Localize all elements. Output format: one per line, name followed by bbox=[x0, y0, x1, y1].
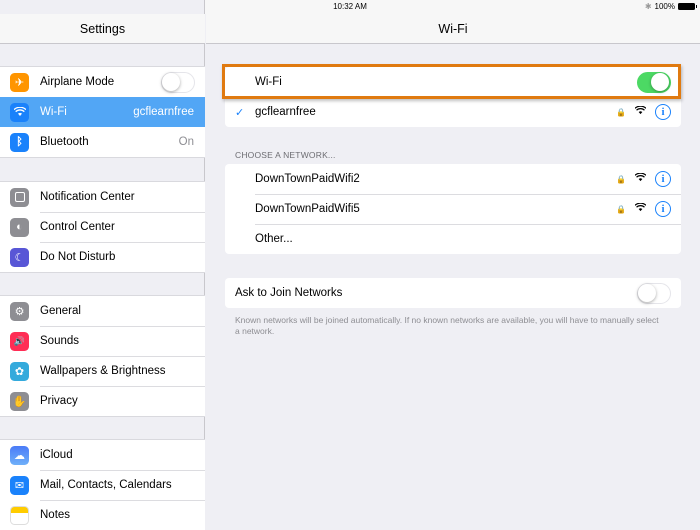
sidebar-group-general: ⚙ General 🔊 Sounds ✿ Wallpapers & Bright… bbox=[0, 295, 205, 417]
lock-icon: 🔒 bbox=[616, 204, 626, 214]
sidebar-item-label: Privacy bbox=[40, 395, 78, 407]
sidebar-item-bluetooth[interactable]: ᛒ Bluetooth On bbox=[0, 127, 205, 157]
lock-icon: 🔒 bbox=[616, 174, 626, 184]
network-row[interactable]: DownTownPaidWifi5 🔒 i bbox=[225, 194, 681, 224]
ask-join-row: Ask to Join Networks bbox=[225, 278, 681, 308]
sidebar-item-label: Sounds bbox=[40, 335, 80, 347]
moon-icon: ☾ bbox=[10, 247, 29, 267]
sidebar-item-label: General bbox=[40, 305, 81, 317]
sidebar-item-privacy[interactable]: ✋ Privacy bbox=[0, 386, 205, 416]
sidebar-navbar: Settings bbox=[0, 14, 205, 44]
ask-join-toggle[interactable] bbox=[637, 282, 671, 304]
sidebar-item-wallpapers-brightness[interactable]: ✿ Wallpapers & Brightness bbox=[0, 356, 205, 386]
hand-icon: ✋ bbox=[10, 391, 29, 411]
sidebar-item-sounds[interactable]: 🔊 Sounds bbox=[0, 326, 205, 356]
network-row[interactable]: DownTownPaidWifi2 🔒 i bbox=[225, 164, 681, 194]
wifi-strength-icon bbox=[634, 202, 647, 215]
bluetooth-icon: ᛒ bbox=[10, 132, 29, 152]
sidebar-group-accounts: ☁ iCloud ✉ Mail, Contacts, Calendars Not… bbox=[0, 439, 205, 530]
info-icon[interactable]: i bbox=[655, 201, 671, 217]
notification-center-icon bbox=[10, 187, 29, 207]
choose-network-header: CHOOSE A NETWORK... bbox=[235, 150, 336, 160]
sidebar-item-mail-contacts-calendars[interactable]: ✉ Mail, Contacts, Calendars bbox=[0, 470, 205, 500]
network-name: DownTownPaidWifi2 bbox=[255, 173, 360, 185]
sidebar-item-control-center[interactable]: ◐ Control Center bbox=[0, 212, 205, 242]
sidebar-title: Settings bbox=[79, 21, 126, 36]
sidebar-item-wifi[interactable]: Wi-Fi gcflearnfree bbox=[0, 97, 205, 127]
sidebar-item-label: Airplane Mode bbox=[40, 76, 115, 88]
ask-join-note: Known networks will be joined automatica… bbox=[235, 315, 659, 336]
wifi-strength-icon bbox=[634, 172, 647, 185]
bluetooth-value: On bbox=[178, 136, 194, 148]
info-icon[interactable]: i bbox=[655, 104, 671, 120]
sidebar-item-label: Wi-Fi bbox=[40, 106, 67, 118]
ask-join-label: Ask to Join Networks bbox=[235, 287, 343, 299]
wifi-strength-icon bbox=[634, 105, 647, 118]
sidebar-item-label: iCloud bbox=[40, 449, 73, 461]
wifi-detail-pane: Wi-Fi ✓ gcflearnfree 🔒 i CHOOSE A NETWOR… bbox=[206, 45, 700, 525]
sidebar-item-do-not-disturb[interactable]: ☾ Do Not Disturb bbox=[0, 242, 205, 272]
detail-navbar: Wi-Fi bbox=[206, 14, 700, 44]
airplane-icon: ✈ bbox=[10, 72, 29, 92]
sidebar-item-airplane-mode[interactable]: ✈ Airplane Mode bbox=[0, 67, 205, 97]
network-name: gcflearnfree bbox=[255, 106, 316, 118]
ask-join-card: Ask to Join Networks bbox=[225, 278, 681, 308]
other-label: Other... bbox=[255, 233, 293, 245]
sidebar-item-notes[interactable]: Notes bbox=[0, 500, 205, 530]
page-title: Wi-Fi bbox=[438, 21, 468, 36]
control-center-icon: ◐ bbox=[10, 217, 29, 237]
network-name: DownTownPaidWifi5 bbox=[255, 203, 360, 215]
sidebar-item-label: Mail, Contacts, Calendars bbox=[40, 479, 172, 491]
sidebar-item-label: Wallpapers & Brightness bbox=[40, 365, 166, 377]
wallpaper-icon: ✿ bbox=[10, 361, 29, 381]
gear-icon: ⚙ bbox=[10, 301, 29, 321]
cloud-icon: ☁ bbox=[10, 445, 29, 465]
lock-icon: 🔒 bbox=[616, 107, 626, 117]
sidebar-group-connectivity: ✈ Airplane Mode Wi-Fi gcflearnfree ᛒ Blu… bbox=[0, 66, 205, 158]
checkmark-icon: ✓ bbox=[235, 106, 245, 119]
sidebar-item-label: Control Center bbox=[40, 221, 115, 233]
info-icon[interactable]: i bbox=[655, 171, 671, 187]
sidebar-group-notifications: Notification Center ◐ Control Center ☾ D… bbox=[0, 181, 205, 273]
wifi-toggle-highlight bbox=[222, 64, 681, 99]
sidebar-item-label: Notes bbox=[40, 509, 71, 521]
sidebar-item-general[interactable]: ⚙ General bbox=[0, 296, 205, 326]
wifi-icon bbox=[10, 102, 29, 122]
notes-icon bbox=[10, 505, 29, 525]
connected-network-row[interactable]: ✓ gcflearnfree 🔒 i bbox=[225, 97, 681, 127]
other-network-row[interactable]: Other... bbox=[225, 224, 681, 254]
network-list-card: DownTownPaidWifi2 🔒 i DownTownPaidWifi5 … bbox=[225, 164, 681, 254]
sidebar-item-label: Notification Center bbox=[40, 191, 135, 203]
mail-icon: ✉ bbox=[10, 475, 29, 495]
speaker-icon: 🔊 bbox=[10, 331, 29, 351]
airplane-mode-toggle[interactable] bbox=[161, 71, 195, 93]
sidebar-item-label: Bluetooth bbox=[40, 136, 89, 148]
wifi-network-value: gcflearnfree bbox=[133, 106, 194, 118]
bluetooth-status-icon: ✱ bbox=[644, 2, 652, 11]
battery-percent: 100% bbox=[654, 2, 675, 11]
battery-icon bbox=[678, 3, 697, 10]
sidebar-item-icloud[interactable]: ☁ iCloud bbox=[0, 440, 205, 470]
sidebar-item-notification-center[interactable]: Notification Center bbox=[0, 182, 205, 212]
sidebar-item-label: Do Not Disturb bbox=[40, 251, 116, 263]
